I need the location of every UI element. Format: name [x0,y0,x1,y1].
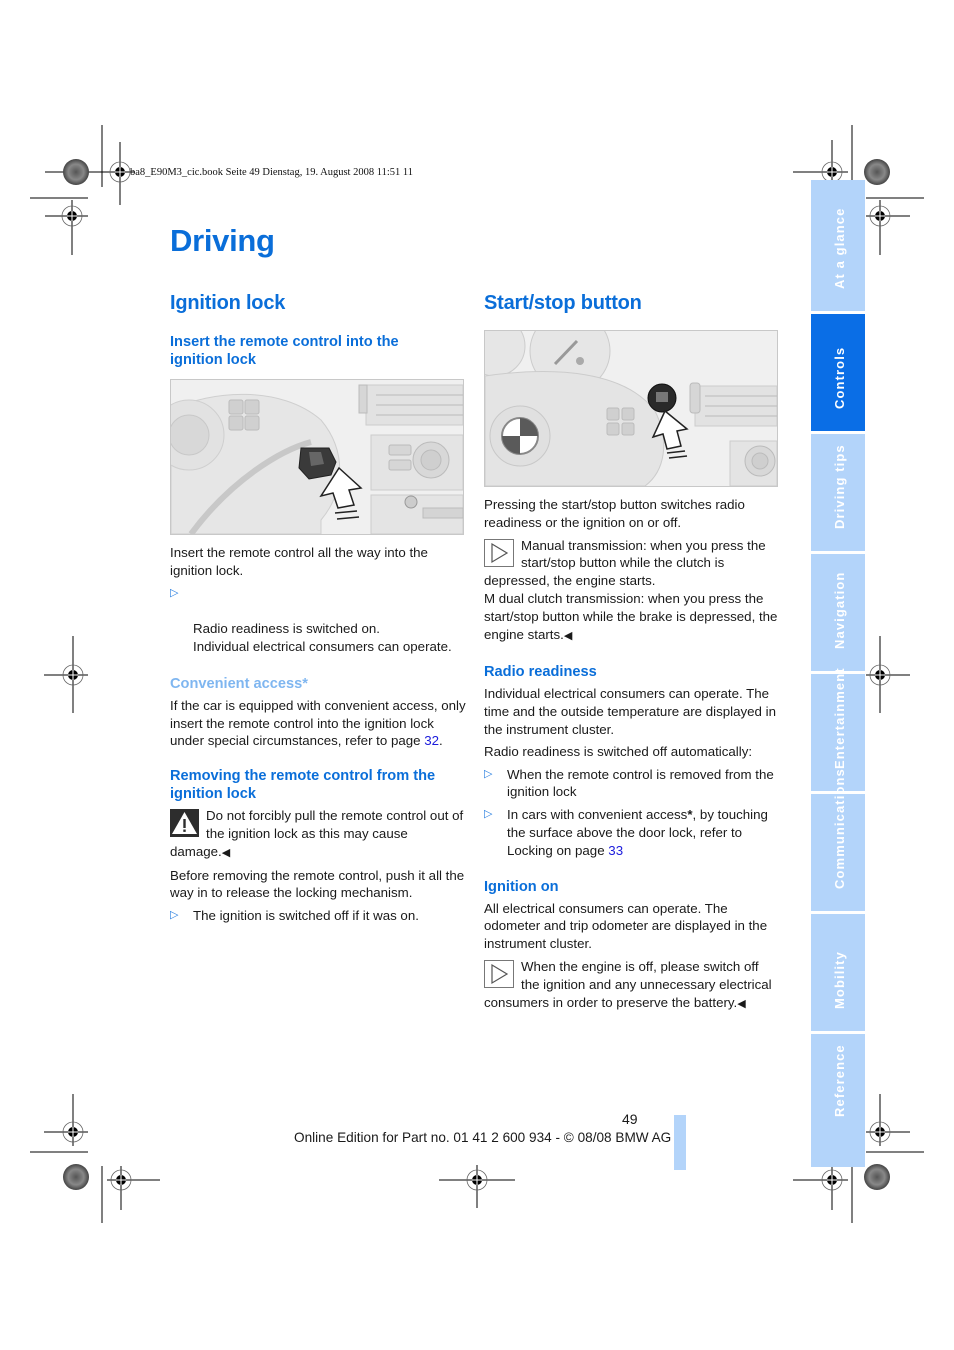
heading-ignition-on: Ignition on [484,878,559,895]
page-link-33[interactable]: 33 [608,843,623,858]
footer-edition: Online Edition for Part no. 01 41 2 600 … [294,1130,672,1145]
left-column: Ignition lock Insert the remote control … [170,292,466,925]
start-stop-drawing [485,331,777,486]
registration-mark-icon [866,636,910,713]
end-mark-icon: ◀ [221,846,231,859]
registration-mark-icon [45,200,88,255]
registration-mark-icon [793,1166,848,1210]
radio-readiness-off-paragraph: Radio readiness is switched off automati… [484,743,753,759]
heading-removing-remote: Removing the remote control from the ign… [170,768,436,803]
ignition-lock-illustration [170,379,464,535]
radio-readiness-paragraph: Individual electrical consumers can oper… [484,686,776,737]
warning-note: Do not forcibly pull the remote control … [170,808,464,859]
list-item: ▷ Radio readiness is switched on. Indivi… [170,586,452,654]
registration-mark-icon [793,140,848,183]
right-column: Start/stop button Pressing the start/sto… [484,292,778,1013]
bullet-triangle-icon: ▷ [170,586,179,599]
registration-mark-icon [866,1094,910,1146]
section-title-start-stop: Start/stop button [484,292,642,314]
note-arrow-icon [484,538,514,567]
book-header: ba8_E90M3_cic.book Seite 49 Dienstag, 19… [130,167,413,178]
tab-communications[interactable]: Communications [811,768,865,911]
ignition-lock-drawing [171,380,463,534]
page-title: Driving [170,223,275,258]
warning-triangle-icon [170,809,199,838]
page-link-32[interactable]: 32 [424,733,439,748]
tab-mobility[interactable]: Mobility [811,914,865,1031]
color-target-icon [864,1164,890,1190]
battery-note: When the engine is off, please switch of… [484,958,772,1010]
color-target-icon [63,1164,89,1190]
end-mark-icon: ◀ [737,997,746,1010]
registration-mark-icon [44,1094,88,1146]
section-title-ignition-lock: Ignition lock [170,292,286,314]
list-item: ▷ When the remote control is removed fro… [484,766,774,800]
transmission-note: Manual transmission: when you press the … [484,537,778,642]
registration-mark-icon [45,142,135,205]
chapter-tabs: At a glance Controls Driving tips Naviga… [811,180,865,1167]
registration-mark-icon [44,636,88,713]
tab-reference[interactable]: Reference [811,1034,865,1167]
note-arrow-icon [484,959,514,988]
page-number: 49 [622,1111,638,1127]
bullet-triangle-icon: ▷ [484,808,493,821]
tab-at-a-glance[interactable]: At a glance [811,180,865,311]
list-item: ▷ In cars with convenient access*, by to… [484,807,768,858]
footer-tab-marker [674,1115,686,1170]
list-item: ▷ The ignition is switched off if it was… [170,908,419,924]
start-stop-illustration [484,330,778,487]
insert-paragraph: Insert the remote control all the way in… [170,545,428,578]
registration-mark-icon [866,200,910,255]
ignition-on-paragraph: All electrical consumers can operate. Th… [484,900,768,952]
heading-convenient-access: Convenient access* [170,675,308,692]
bullet-triangle-icon: ▷ [484,767,493,780]
registration-mark-icon [439,1165,515,1208]
convenient-access-paragraph: If the car is equipped with convenient a… [170,697,466,749]
registration-mark-icon [107,1166,160,1210]
removing-paragraph: Before removing the remote control, push… [170,867,465,901]
tab-navigation[interactable]: Navigation [811,554,865,671]
end-mark-icon: ◀ [563,629,573,642]
heading-radio-readiness: Radio readiness [484,664,597,681]
start-stop-intro: Pressing the start/stop button switches … [484,497,745,530]
color-target-icon [864,159,890,185]
bullet-triangle-icon: ▷ [170,909,179,922]
color-target-icon [63,159,89,185]
heading-insert-remote: Insert the remote control into the ignit… [170,334,399,368]
tab-controls[interactable]: Controls [811,314,865,431]
tab-driving-tips[interactable]: Driving tips [811,434,865,551]
